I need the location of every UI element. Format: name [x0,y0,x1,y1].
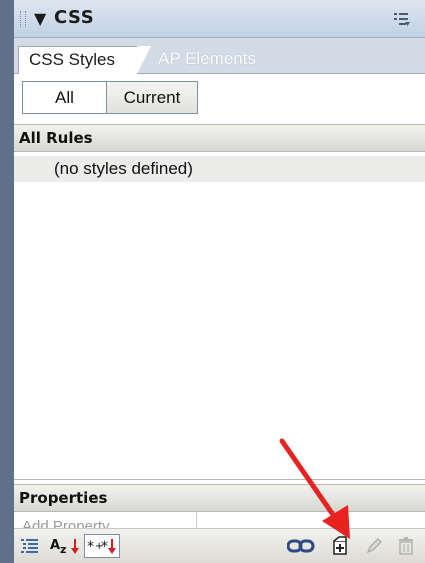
set-properties-view-button[interactable]: * + * [84,534,120,558]
mode-toggle-row: All Current [14,74,425,124]
column-divider[interactable] [196,512,197,528]
svg-text:A: A [50,538,60,553]
css-panel: ▼ CSS CSS Styles AP Elements All Current [0,0,425,563]
attach-style-sheet-button[interactable] [286,535,316,557]
panel-options-icon[interactable] [393,10,411,28]
drag-grip-icon[interactable] [20,11,26,27]
alphabetical-view-button[interactable]: A z [48,535,82,557]
attach-style-sheet-icon [287,539,315,553]
edit-style-button[interactable] [362,535,386,557]
tab-ap-elements[interactable]: AP Elements [148,46,288,74]
bottom-toolbar: A z * + * [14,528,425,563]
properties-list[interactable]: Add Property [14,512,425,528]
panel-tabs: CSS Styles AP Elements [14,38,425,74]
rules-list[interactable]: (no styles defined) [14,152,425,480]
trash-icon [399,537,413,555]
new-css-rule-button[interactable] [328,535,352,557]
all-mode-button[interactable]: All [23,82,107,113]
triangle-down-icon[interactable]: ▼ [34,9,46,28]
new-css-rule-icon [333,536,347,555]
set-properties-view-icon: * + * [87,539,116,555]
delete-css-rule-button[interactable] [394,535,418,557]
panel-title[interactable]: CSS [54,7,94,28]
svg-text:*: * [87,539,94,555]
category-view-icon [21,539,38,553]
svg-text:*: * [101,539,108,555]
css-panel-body: ▼ CSS CSS Styles AP Elements All Current [14,0,425,563]
svg-text:z: z [60,543,66,556]
category-view-button[interactable] [18,535,42,557]
add-property-link[interactable]: Add Property [22,516,182,528]
list-item[interactable]: (no styles defined) [14,156,425,182]
current-mode-button[interactable]: Current [107,82,197,113]
panel-title-bar[interactable]: ▼ CSS [14,0,425,38]
panel-dock-strip [0,0,14,563]
edit-style-icon [366,538,382,554]
properties-header[interactable]: Properties [14,484,425,512]
alphabetical-view-icon: A z [50,538,79,556]
all-rules-header[interactable]: All Rules [14,124,425,152]
tab-css-styles[interactable]: CSS Styles [18,46,151,74]
mode-toggle: All Current [22,81,198,114]
